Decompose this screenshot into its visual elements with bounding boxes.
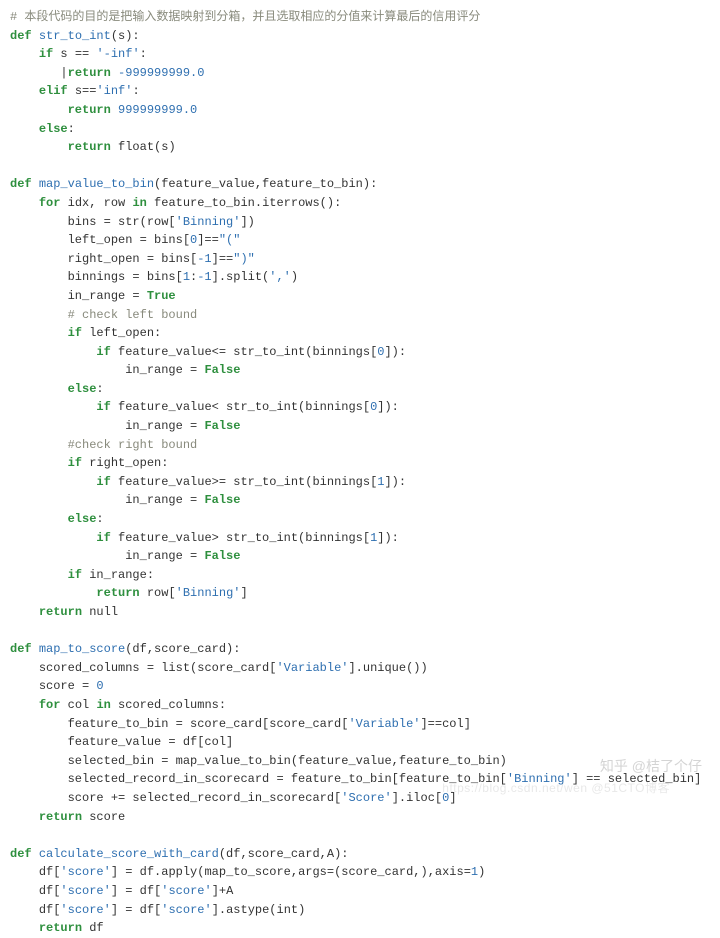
code-block: # 本段代码的目的是把输入数据映射到分箱，并且选取相应的分值来计算最后的信用评分… — [10, 8, 710, 938]
